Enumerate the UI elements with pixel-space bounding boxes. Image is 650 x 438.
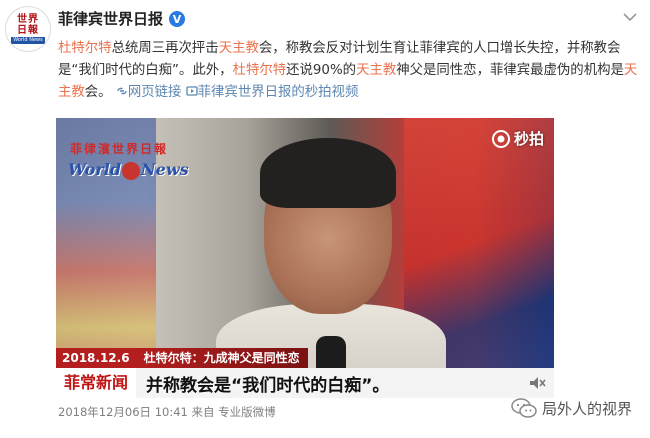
post-meta: 2018年12月06日 10:41 来自 专业版微博 [58,405,276,419]
verified-badge-icon: V [169,10,186,27]
video-link-label: 菲律宾世界日报的秒拍视频 [197,85,359,100]
topic-link[interactable]: 杜特尔特 [233,63,287,78]
caption-main: 并称教会是“我们时代的白痴”。 [146,375,390,396]
date-tag: 2018.12.6 [56,348,136,368]
post-text-segment: 会。 [84,85,112,100]
video-link-icon [186,86,198,96]
caption-top: 杜特尔特：九成神父是同性恋 [135,348,308,368]
watermark-word-2: News [141,160,189,179]
account-header: 菲律宾世界日报 V [58,8,186,29]
miaopai-logo: 秒拍 [491,128,544,149]
post-text-segment: 还说90%的 [286,63,357,78]
watermark-word-1: World [68,160,122,179]
video-link[interactable]: 菲律宾世界日报的秒拍视频 [186,85,359,100]
wechat-watermark: 局外人的视界 [510,396,632,420]
topic-link[interactable]: 杜特尔特 [58,41,112,56]
mute-icon[interactable] [528,374,546,392]
channel-watermark-en: World News [68,160,189,180]
chevron-down-icon[interactable] [622,12,638,22]
link-icon [117,87,127,95]
post-text: 杜特尔特总统周三再次抨击天主教会，称教会反对计划生育让菲律宾的人口增长失控，并称… [58,38,638,104]
platform-name: 秒拍 [513,130,544,148]
watermark-label: 局外人的视界 [541,399,632,418]
caption-bar-main: 菲常新闻 并称教会是“我们时代的白痴”。 [56,368,554,398]
svg-text:V: V [173,13,182,26]
post-text-segment: 总统周三再次抨击 [111,41,219,56]
avatar[interactable]: 世界 日報 World News [5,6,51,52]
camera-icon [491,129,510,148]
channel-watermark-cn: 菲律濱世界日報 [70,142,169,156]
video-player[interactable]: 菲律濱世界日報 World News 秒拍 2018.12.6 杜特尔特：九成神父… [56,118,554,398]
post-text-segment: 神父是同性恋，菲律宾最虚伪的机构是 [396,63,624,78]
avatar-text-2: 日報 [17,25,39,36]
wechat-icon [511,398,537,418]
topic-link[interactable]: 天主教 [356,63,396,78]
topic-link[interactable]: 天主教 [219,41,259,56]
news-brand: 菲常新闻 [56,368,137,398]
avatar-text-3: World News [11,37,45,44]
web-link[interactable]: 网页链接 [116,85,182,100]
web-link-label: 网页链接 [127,85,182,100]
globe-icon [122,161,141,180]
account-name[interactable]: 菲律宾世界日报 [58,8,163,29]
caption-bar-top: 2018.12.6 杜特尔特：九成神父是同性恋 [56,348,308,368]
avatar-text-1: 世界 [17,14,39,25]
